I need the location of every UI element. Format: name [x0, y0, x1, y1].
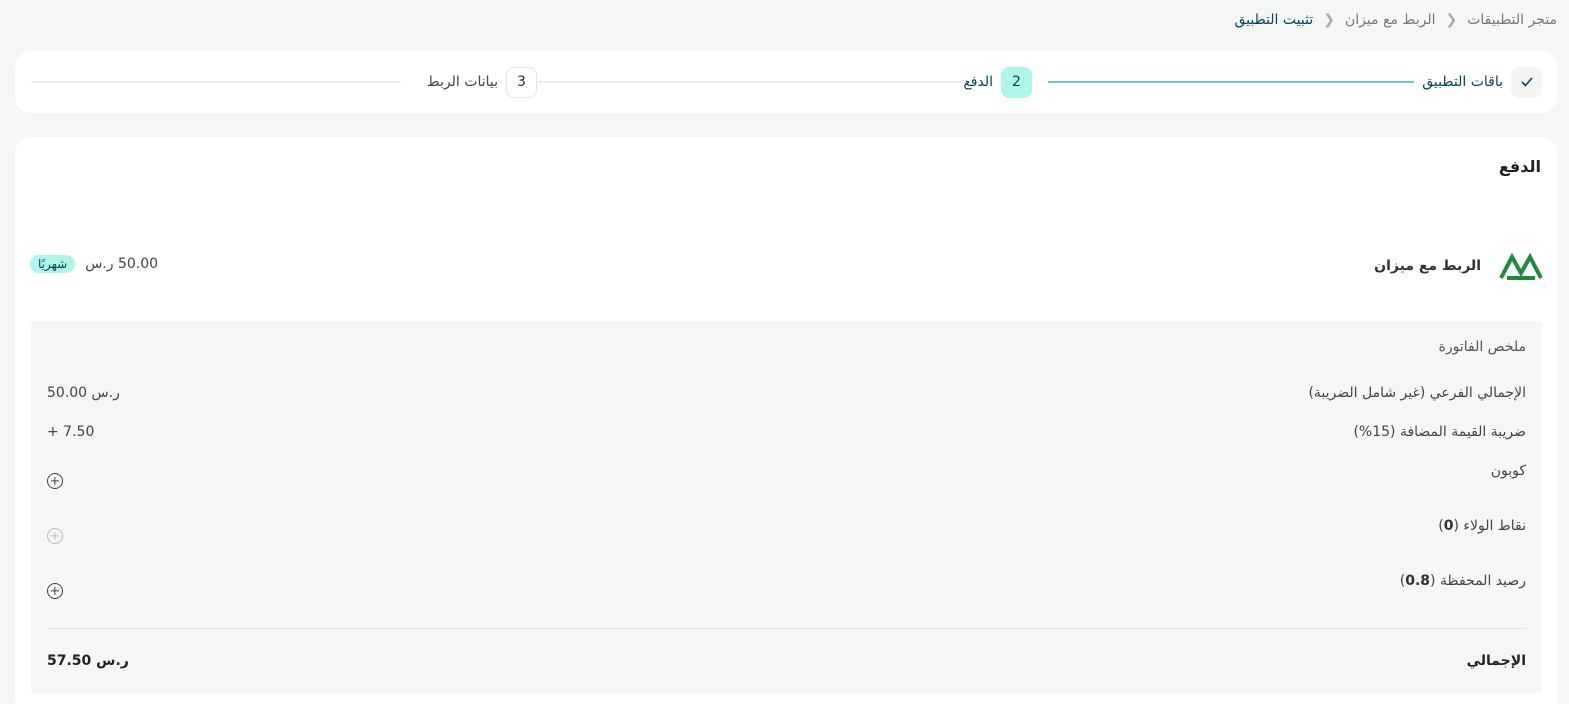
total-value: 57.50 ر.س	[47, 653, 129, 669]
add-wallet-button[interactable]	[47, 583, 63, 599]
step-label: باقات التطبيق	[1422, 74, 1503, 90]
mizan-logo-icon	[1495, 245, 1547, 287]
total-row: الإجمالي 57.50 ر.س	[47, 653, 1526, 669]
breadcrumb: متجر التطبيقات ❮ الربط مع ميزان ❮ تثبيت …	[1234, 8, 1557, 32]
step-connector-done	[1048, 81, 1414, 83]
price-value: 50.00 ر.س	[85, 256, 159, 272]
total-label: الإجمالي	[1466, 653, 1526, 669]
product-name: الربط مع ميزان	[1374, 258, 1481, 274]
loyalty-label: نقاط الولاء (0)	[1438, 518, 1526, 534]
vat-label: ضريبة القيمة المضافة (15%)	[1353, 424, 1526, 440]
add-coupon-button[interactable]	[47, 473, 63, 489]
step-done-marker	[1511, 66, 1542, 98]
chevron-left-icon: ❮	[1445, 12, 1458, 28]
payment-card: الدفع الربط مع ميزان شهريًا 50.00 ر.س مل…	[15, 137, 1557, 704]
product-price: شهريًا 50.00 ر.س	[30, 255, 158, 273]
vat-row: ضريبة القيمة المضافة (15%) + 7.50	[47, 424, 1526, 440]
step-label: الدفع	[963, 74, 993, 90]
vat-value: + 7.50	[47, 424, 95, 440]
coupon-label: كوبون	[1490, 463, 1526, 479]
step-number: 3	[506, 66, 537, 98]
step-connector	[31, 81, 401, 83]
invoice-title: ملخص الفاتورة	[1438, 339, 1527, 355]
chevron-left-icon: ❮	[1323, 12, 1335, 28]
wallet-balance: 0.8	[1405, 573, 1431, 589]
subtotal-row: الإجمالي الفرعي (غير شامل الضريبة) 50.00…	[47, 385, 1526, 401]
billing-period-badge: شهريًا	[30, 255, 76, 273]
add-loyalty-button[interactable]	[47, 528, 63, 544]
wallet-label: رصيد المحفظة (0.8)	[1399, 573, 1526, 589]
loyalty-row: نقاط الولاء (0)	[47, 518, 1526, 548]
step-payment: 2 الدفع	[963, 66, 1032, 98]
check-icon	[1521, 77, 1532, 87]
breadcrumb-current: تثبيت التطبيق	[1234, 12, 1314, 28]
coupon-row: كوبون	[47, 463, 1526, 493]
breadcrumb-mizan[interactable]: الربط مع ميزان	[1345, 12, 1436, 28]
step-number: 2	[1001, 66, 1032, 98]
divider	[47, 628, 1526, 629]
step-connector	[538, 81, 966, 83]
invoice-summary: ملخص الفاتورة الإجمالي الفرعي (غير شامل …	[31, 321, 1542, 693]
page-title: الدفع	[1498, 157, 1541, 176]
wallet-row: رصيد المحفظة (0.8)	[47, 573, 1526, 603]
product-row: الربط مع ميزان	[1374, 245, 1547, 287]
step-app-packages[interactable]: باقات التطبيق	[1422, 66, 1542, 98]
stepper: باقات التطبيق 2 الدفع 3 بيانات الربط	[15, 51, 1557, 113]
step-connection-data: 3 بيانات الربط	[427, 66, 537, 98]
breadcrumb-app-store[interactable]: متجر التطبيقات	[1467, 12, 1557, 28]
step-label: بيانات الربط	[426, 74, 498, 90]
loyalty-points: 0	[1443, 518, 1454, 534]
subtotal-value: 50.00 ر.س	[47, 385, 120, 401]
subtotal-label: الإجمالي الفرعي (غير شامل الضريبة)	[1308, 385, 1526, 401]
